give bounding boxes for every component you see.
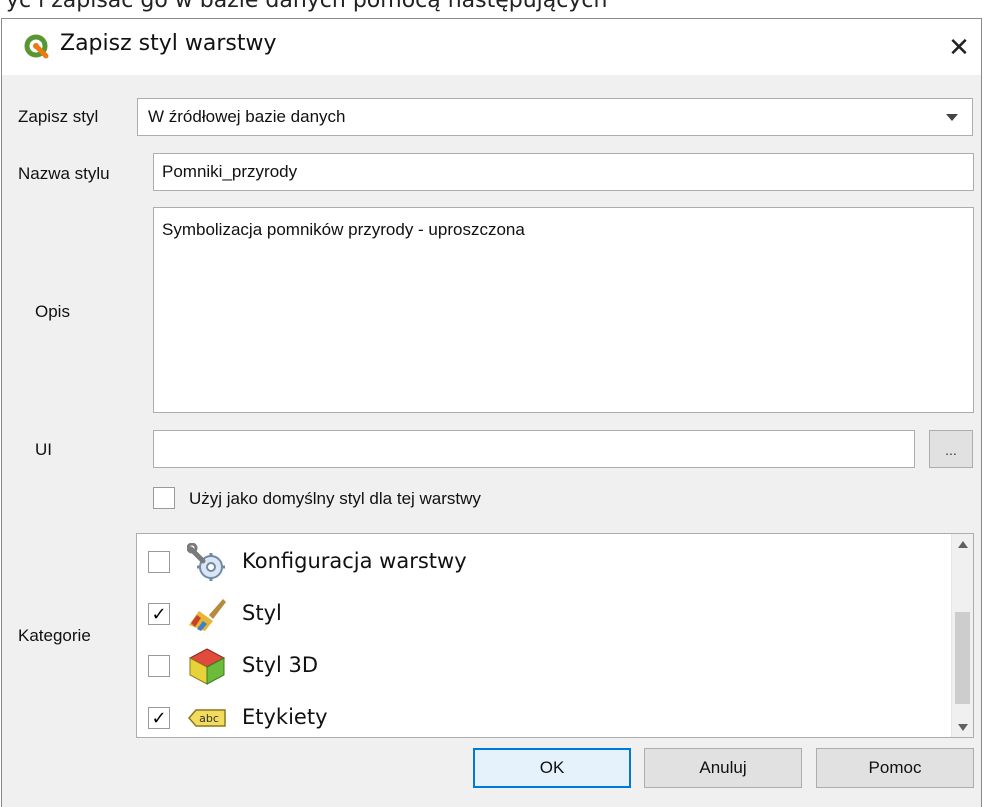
help-button[interactable]: Pomoc xyxy=(816,748,974,788)
default-style-label: Użyj jako domyślny styl dla tej warstwy xyxy=(189,489,481,508)
abc-label-icon: abc xyxy=(188,709,226,727)
list-item[interactable]: Konfiguracja warstwy xyxy=(137,536,937,588)
arrow-up-icon xyxy=(958,540,968,548)
category-label: Styl 3D xyxy=(242,653,319,677)
style-name-input[interactable]: Pomniki_przyrody xyxy=(153,153,974,191)
ui-label: UI xyxy=(35,440,52,459)
save-style-value: W źródłowej bazie danych xyxy=(148,107,346,126)
window-title: Zapisz styl warstwy xyxy=(60,31,277,56)
background-document-fragment: yć i zapisać go w bazie danych pomocą na… xyxy=(0,0,983,18)
cube-3d-icon xyxy=(188,648,226,685)
title-bar: Zapisz styl warstwy ✕ xyxy=(2,19,981,75)
description-value: Symbolizacja pomników przyrody - uproszc… xyxy=(162,220,525,239)
dropdown-arrow-icon xyxy=(946,114,958,121)
category-checkbox-style-3d[interactable] xyxy=(148,655,170,677)
background-text: yć i zapisać go w bazie danych pomocą na… xyxy=(6,0,608,13)
qgis-logo-icon xyxy=(24,34,49,59)
cancel-button[interactable]: Anuluj xyxy=(644,748,802,788)
description-label: Opis xyxy=(35,302,70,321)
category-checkbox-labels[interactable]: ✓ xyxy=(148,707,170,729)
save-style-dialog: Zapisz styl warstwy ✕ Zapisz styl W źród… xyxy=(1,18,982,807)
save-style-dropdown[interactable]: W źródłowej bazie danych xyxy=(137,98,973,136)
style-name-label: Nazwa stylu xyxy=(18,164,110,183)
description-textarea[interactable]: Symbolizacja pomników przyrody - uproszc… xyxy=(153,207,974,413)
default-style-checkbox[interactable] xyxy=(153,487,175,509)
save-style-label: Zapisz styl xyxy=(18,107,99,126)
checkmark-icon: ✓ xyxy=(151,604,167,624)
scroll-down-button[interactable] xyxy=(952,717,973,737)
list-item[interactable]: ✓ Styl xyxy=(137,588,937,640)
checkmark-icon: ✓ xyxy=(151,708,167,728)
category-label: Konfiguracja warstwy xyxy=(242,549,467,573)
browse-button[interactable]: ... xyxy=(929,430,973,468)
scroll-up-button[interactable] xyxy=(952,534,973,554)
list-item[interactable]: Styl 3D xyxy=(137,640,937,692)
ui-file-input[interactable] xyxy=(153,430,915,468)
paintbrush-icon xyxy=(189,599,226,631)
close-icon: ✕ xyxy=(948,31,970,62)
category-label: Styl xyxy=(242,601,282,625)
close-button[interactable]: ✕ xyxy=(937,19,981,75)
categories-label: Kategorie xyxy=(18,626,91,645)
category-checkbox-style[interactable]: ✓ xyxy=(148,603,170,625)
wrench-gear-icon xyxy=(187,543,225,581)
scroll-thumb[interactable] xyxy=(955,612,970,704)
list-scrollbar[interactable] xyxy=(951,534,973,737)
browse-label: ... xyxy=(945,442,957,458)
list-item[interactable]: ✓ abc Etykiety xyxy=(137,692,937,737)
arrow-down-icon xyxy=(958,723,968,731)
svg-text:abc: abc xyxy=(199,712,219,725)
category-label: Etykiety xyxy=(242,705,328,729)
ok-button[interactable]: OK xyxy=(473,748,631,788)
category-checkbox-layer-config[interactable] xyxy=(148,551,170,573)
categories-list[interactable]: Konfiguracja warstwy ✓ Styl Styl 3D ✓ ab… xyxy=(136,533,974,738)
style-name-value: Pomniki_przyrody xyxy=(162,162,298,181)
